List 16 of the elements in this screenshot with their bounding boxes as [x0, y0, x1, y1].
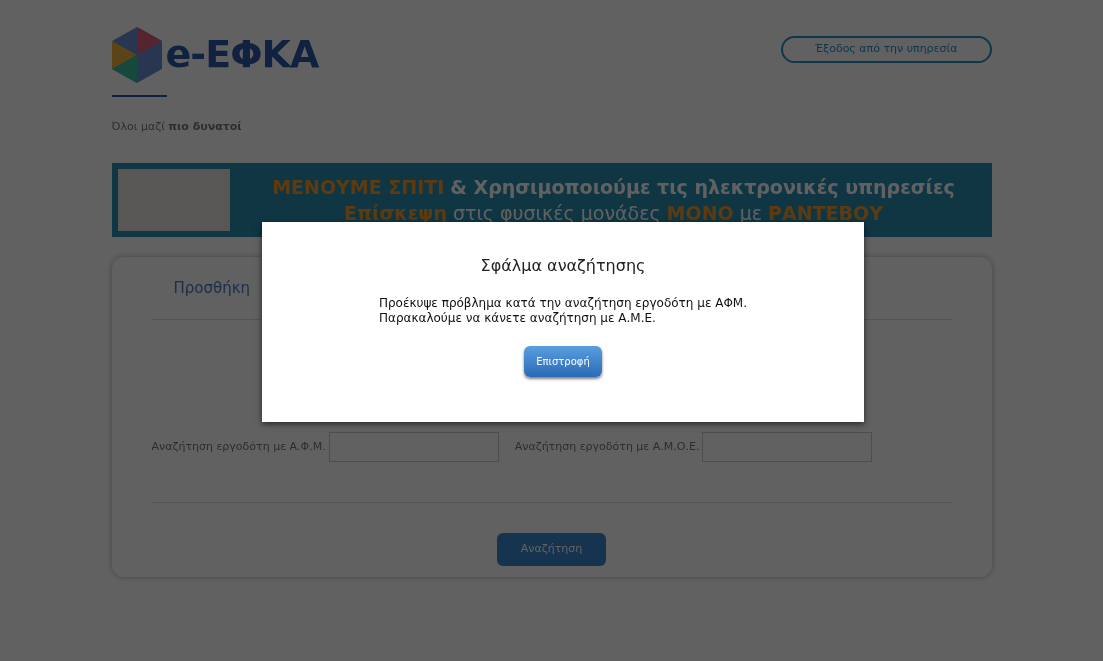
banner-text: με	[739, 200, 763, 226]
exit-button[interactable]: Έξοδος από την υπηρεσία	[780, 36, 992, 63]
banner-text: & Χρησιμοποιούμε τις ηλεκτρονικές υπηρεσίες	[450, 174, 955, 200]
search-button[interactable]: Αναζήτηση	[496, 533, 607, 566]
hexagon-logo-icon	[111, 26, 162, 83]
banner-text: ΜΕΝΟΥΜΕ ΣΠΙΤΙ	[272, 174, 445, 200]
banner-text: ΜΟΝΟ	[666, 200, 734, 226]
dialog-message: Προέκυψε πρόβλημα κατά την αναζήτηση εργοδότη με ΑΦΜ.	[378, 296, 747, 311]
dialog-message: Παρακαλούμε να κάνετε αναζήτηση με Α.Μ.Ε.	[378, 311, 657, 326]
banner-text: ΡΑΝΤΕΒΟΥ	[768, 200, 883, 226]
logo-text: e-ΕΦΚΑ	[165, 31, 319, 78]
dialog-title: Σφάλμα αναζήτησης	[480, 255, 646, 277]
banner-text: Επίσκεψη	[344, 200, 447, 226]
form-title: Προσθήκη	[173, 277, 251, 299]
back-button[interactable]: Επιστροφή	[524, 346, 602, 377]
banner-text: στις φυσικές μονάδες	[452, 200, 661, 226]
